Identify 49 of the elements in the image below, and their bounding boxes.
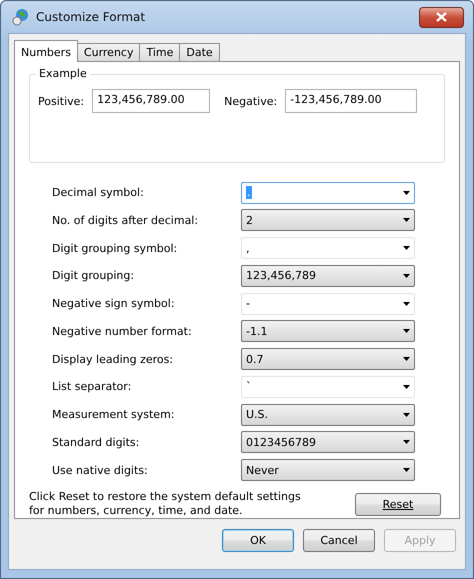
caret-icon: [403, 246, 410, 250]
dropdown[interactable]: 123,456,789: [241, 264, 415, 287]
dialog-button[interactable]: Cancel: [303, 529, 375, 552]
field-label: Positive:: [38, 94, 84, 108]
dropdown[interactable]: -1.1: [241, 320, 415, 342]
dropdown[interactable]: 0.7: [241, 348, 415, 370]
setting-label: Measurement system:: [52, 408, 176, 422]
caret-icon: [403, 384, 410, 389]
dropdown[interactable]: Never: [241, 459, 415, 482]
setting-label: Standard digits:: [52, 436, 140, 449]
dropdown[interactable]: 2: [241, 209, 415, 232]
reset-hint: Click Reset to restore the system default settings for numbers, currency, time, and date.: [29, 490, 302, 518]
caret-icon: [403, 412, 410, 417]
combo-box[interactable]: ,: [241, 237, 415, 260]
caret-icon: [403, 468, 410, 472]
tab[interactable]: Numbers: [14, 40, 78, 62]
combo-box[interactable]: `: [241, 376, 415, 398]
positive-field[interactable]: 123,456,789.00: [92, 89, 210, 113]
close-button[interactable]: [419, 6, 464, 28]
negative-field[interactable]: -123,456,789.00: [285, 89, 418, 113]
tab[interactable]: Currency: [76, 43, 140, 61]
dialog-button[interactable]: OK: [222, 529, 294, 552]
window-title: Customize Format: [36, 10, 146, 24]
caret-icon: [403, 302, 410, 306]
reset-button[interactable]: Reset: [355, 492, 441, 516]
setting-label: Display leading zeros:: [52, 352, 174, 366]
close-icon: [436, 12, 447, 22]
tab[interactable]: Date: [179, 43, 220, 61]
caret-icon: [403, 274, 410, 278]
caret-icon: [403, 440, 410, 444]
field-label: Negative:: [224, 94, 278, 108]
caret-icon: [403, 357, 410, 362]
setting-label: Digit grouping:: [52, 269, 136, 282]
caret-icon: [403, 218, 410, 222]
setting-label: Negative number format:: [52, 324, 193, 338]
globe-icon: [12, 8, 30, 26]
setting-label: No. of digits after decimal:: [52, 214, 200, 227]
group-title: Example: [36, 67, 90, 80]
dropdown[interactable]: 0123456789: [241, 431, 415, 454]
setting-label: List separator:: [52, 380, 132, 394]
setting-label: Use native digits:: [52, 464, 149, 477]
combo-box[interactable]: -: [241, 292, 415, 315]
tab[interactable]: Time: [139, 43, 180, 61]
setting-label: Negative sign symbol:: [52, 297, 176, 310]
dropdown[interactable]: U.S.: [241, 404, 415, 426]
setting-label: Decimal symbol:: [52, 186, 145, 200]
setting-label: Digit grouping symbol:: [52, 242, 178, 255]
caret-icon: [403, 329, 410, 334]
caret-icon: [403, 190, 410, 195]
